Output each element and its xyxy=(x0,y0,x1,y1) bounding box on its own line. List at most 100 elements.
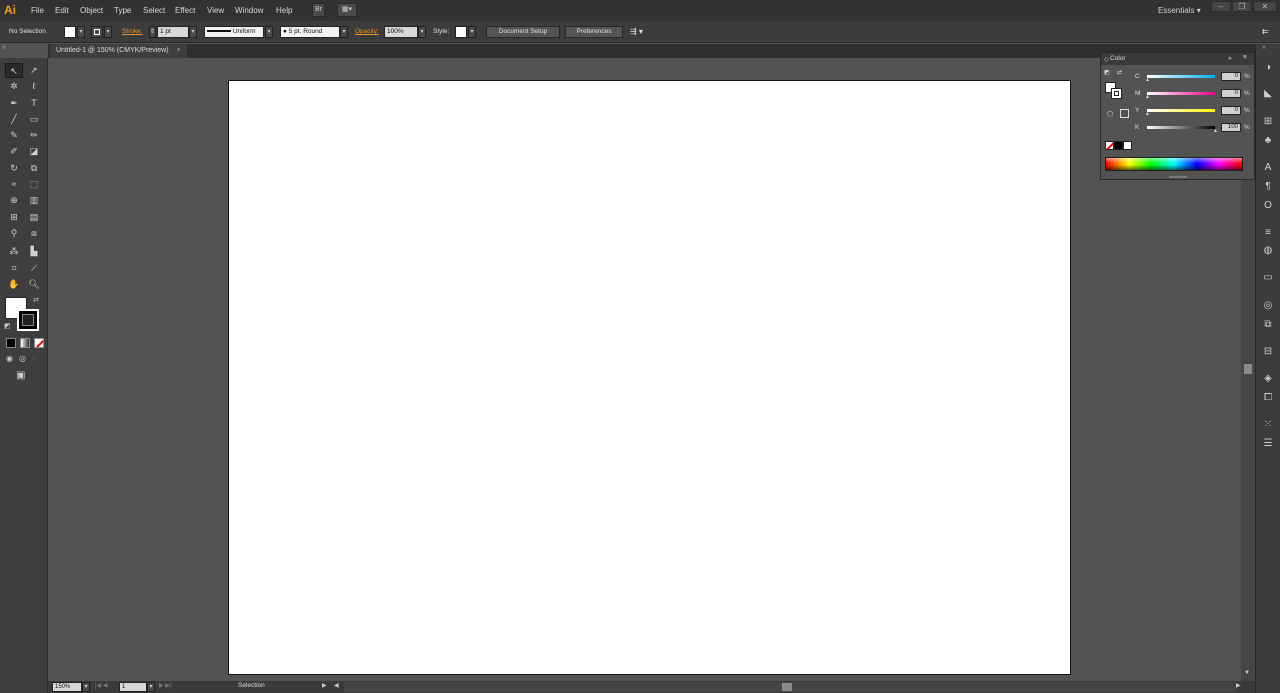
appearance-icon[interactable]: ◎ xyxy=(1259,298,1277,313)
default-colors-icon[interactable]: ◩ xyxy=(1104,69,1110,76)
artboard[interactable] xyxy=(228,80,1071,675)
rectangle-icon[interactable]: ▭ xyxy=(25,112,43,127)
transparency-icon[interactable]: ◍ xyxy=(1259,243,1277,258)
minimize-button[interactable]: – xyxy=(1211,1,1231,12)
width-icon[interactable]: ≈ xyxy=(5,177,23,192)
out-of-gamut-icon[interactable]: ⬡ xyxy=(1107,110,1113,118)
eyedropper-icon[interactable]: ⚲ xyxy=(5,226,23,241)
menu-type[interactable]: Type xyxy=(114,0,131,21)
scroll-right-icon[interactable]: ▶ xyxy=(1236,682,1241,689)
menu-help[interactable]: Help xyxy=(276,0,292,21)
artboard-icon[interactable]: ⌗ xyxy=(5,261,23,276)
arrange-documents-button[interactable]: ▦▾ xyxy=(337,3,357,17)
draw-behind-icon[interactable]: ◎ xyxy=(19,354,26,363)
close-tab-icon[interactable]: × xyxy=(176,47,180,54)
symbols-icon[interactable]: ♣ xyxy=(1259,133,1277,148)
rotate-icon[interactable]: ↻ xyxy=(5,161,23,176)
k-slider[interactable] xyxy=(1147,126,1215,129)
vertical-scroll-thumb[interactable] xyxy=(1244,364,1252,374)
line-icon[interactable]: ╱ xyxy=(5,112,23,127)
symbol-sprayer-icon[interactable]: ⁂ xyxy=(5,244,23,259)
k-value[interactable]: 100 xyxy=(1221,123,1241,132)
preferences-button[interactable]: Preferences xyxy=(565,26,623,38)
arrange-icon[interactable]: ⇶ ▾ xyxy=(630,21,643,43)
panel-menu-icon[interactable]: ⇇ xyxy=(1262,21,1269,43)
fill-swatch[interactable] xyxy=(64,26,76,38)
panel-options-icon[interactable]: ≡ xyxy=(1243,54,1247,61)
stroke-color-dropdown[interactable]: ▾ xyxy=(104,26,112,38)
color-guide-icon[interactable]: ◑ xyxy=(1259,60,1277,75)
shape-builder-icon[interactable]: ⊕ xyxy=(5,193,23,208)
type-icon[interactable]: T xyxy=(25,96,43,111)
scale-icon[interactable]: ⧉ xyxy=(25,161,43,176)
none-swatch[interactable] xyxy=(1105,141,1114,150)
menu-window[interactable]: Window xyxy=(235,0,263,21)
c-value[interactable]: 0 xyxy=(1221,72,1241,81)
menu-effect[interactable]: Effect xyxy=(175,0,195,21)
c-slider-thumb[interactable]: ▲ xyxy=(1145,77,1150,83)
profile-dropdown[interactable]: ▾ xyxy=(265,26,273,38)
close-window-button[interactable]: ✕ xyxy=(1253,1,1277,12)
menu-edit[interactable]: Edit xyxy=(55,0,69,21)
draw-inside-icon[interactable]: ◌ xyxy=(32,354,37,363)
menu-view[interactable]: View xyxy=(207,0,224,21)
brush-definition[interactable]: ● 5 pt. Round xyxy=(280,26,340,38)
black-swatch[interactable] xyxy=(1114,141,1123,150)
screen-mode-icon[interactable]: ▣ xyxy=(16,370,25,381)
workspace-switcher[interactable]: Essentials ▾ xyxy=(1158,0,1201,21)
swap-colors-icon[interactable]: ⇄ xyxy=(33,296,39,304)
m-value[interactable]: 0 xyxy=(1221,89,1241,98)
perspective-grid-icon[interactable]: ▥ xyxy=(25,193,43,208)
stroke-label[interactable]: Stroke: xyxy=(122,21,143,43)
y-slider-thumb[interactable]: ▲ xyxy=(1145,111,1150,117)
stroke-color-box[interactable] xyxy=(17,309,39,331)
zoom-dropdown[interactable]: ▾ xyxy=(82,682,90,692)
lasso-icon[interactable]: ℓ xyxy=(25,79,43,94)
color-mode-icon[interactable] xyxy=(6,338,16,348)
collapse-icon[interactable]: ◇ xyxy=(1104,55,1109,63)
bridge-button[interactable]: Br xyxy=(312,3,325,17)
collapse-toolbox-icon[interactable]: « xyxy=(2,44,6,51)
stroke-weight-field[interactable]: 1 pt xyxy=(157,26,189,38)
brushes-icon[interactable]: ⊞ xyxy=(1259,114,1277,129)
stroke-panel-icon[interactable]: ≡ xyxy=(1259,225,1277,240)
zoom-icon[interactable]: 🔍︎ xyxy=(25,277,43,292)
scroll-left-icon[interactable]: ◀ xyxy=(334,682,339,689)
horizontal-scroll-thumb[interactable] xyxy=(782,683,792,691)
stroke-weight-stepper[interactable]: ⇕ xyxy=(149,26,156,38)
document-setup-button[interactable]: Document Setup xyxy=(486,26,560,38)
menu-select[interactable]: Select xyxy=(143,0,165,21)
mesh-icon[interactable]: ⊞ xyxy=(5,210,23,225)
expand-panels-icon[interactable]: » xyxy=(1262,44,1266,51)
gradient-icon[interactable]: ▤ xyxy=(25,210,43,225)
gradient-mode-icon[interactable] xyxy=(20,338,30,348)
blend-icon[interactable]: ⧈ xyxy=(25,226,43,241)
stroke-swatch[interactable] xyxy=(91,26,103,38)
fill-dropdown[interactable]: ▾ xyxy=(77,26,85,38)
character-icon[interactable]: A xyxy=(1259,160,1277,175)
align-icon[interactable]: ⊟ xyxy=(1259,344,1277,359)
slice-icon[interactable]: ⟋ xyxy=(25,261,43,276)
m-slider[interactable] xyxy=(1147,92,1215,95)
k-slider-thumb[interactable]: ▲ xyxy=(1213,128,1218,134)
default-colors-icon[interactable]: ◩ xyxy=(4,322,11,330)
eraser-icon[interactable]: ◪ xyxy=(25,144,43,159)
pencil-icon[interactable]: ✏ xyxy=(25,128,43,143)
document-tab[interactable]: Untitled-1 @ 150% (CMYK/Preview) × xyxy=(50,44,187,58)
swap-colors-icon[interactable]: ⇄ xyxy=(1117,69,1122,76)
opacity-label[interactable]: Opacity: xyxy=(355,21,379,43)
magic-wand-icon[interactable]: ✲ xyxy=(5,79,23,94)
selection-tool-icon[interactable]: ↖ xyxy=(5,63,23,78)
opacity-field[interactable]: 100% xyxy=(384,26,418,38)
restore-button[interactable]: ❐ xyxy=(1232,1,1252,12)
y-slider[interactable] xyxy=(1147,109,1215,112)
collapse-panel-icon[interactable]: » xyxy=(1228,55,1232,62)
horizontal-scrollbar[interactable] xyxy=(344,682,1236,692)
layers-icon[interactable]: ◈ xyxy=(1259,371,1277,386)
web-safe-swatch[interactable] xyxy=(1120,109,1129,118)
brush-dropdown[interactable]: ▾ xyxy=(340,26,348,38)
m-slider-thumb[interactable]: ▲ xyxy=(1145,94,1150,100)
opacity-dropdown[interactable]: ▾ xyxy=(418,26,426,38)
graphic-styles-icon[interactable]: ⧉ xyxy=(1259,317,1277,332)
resize-grip[interactable] xyxy=(1169,176,1187,178)
